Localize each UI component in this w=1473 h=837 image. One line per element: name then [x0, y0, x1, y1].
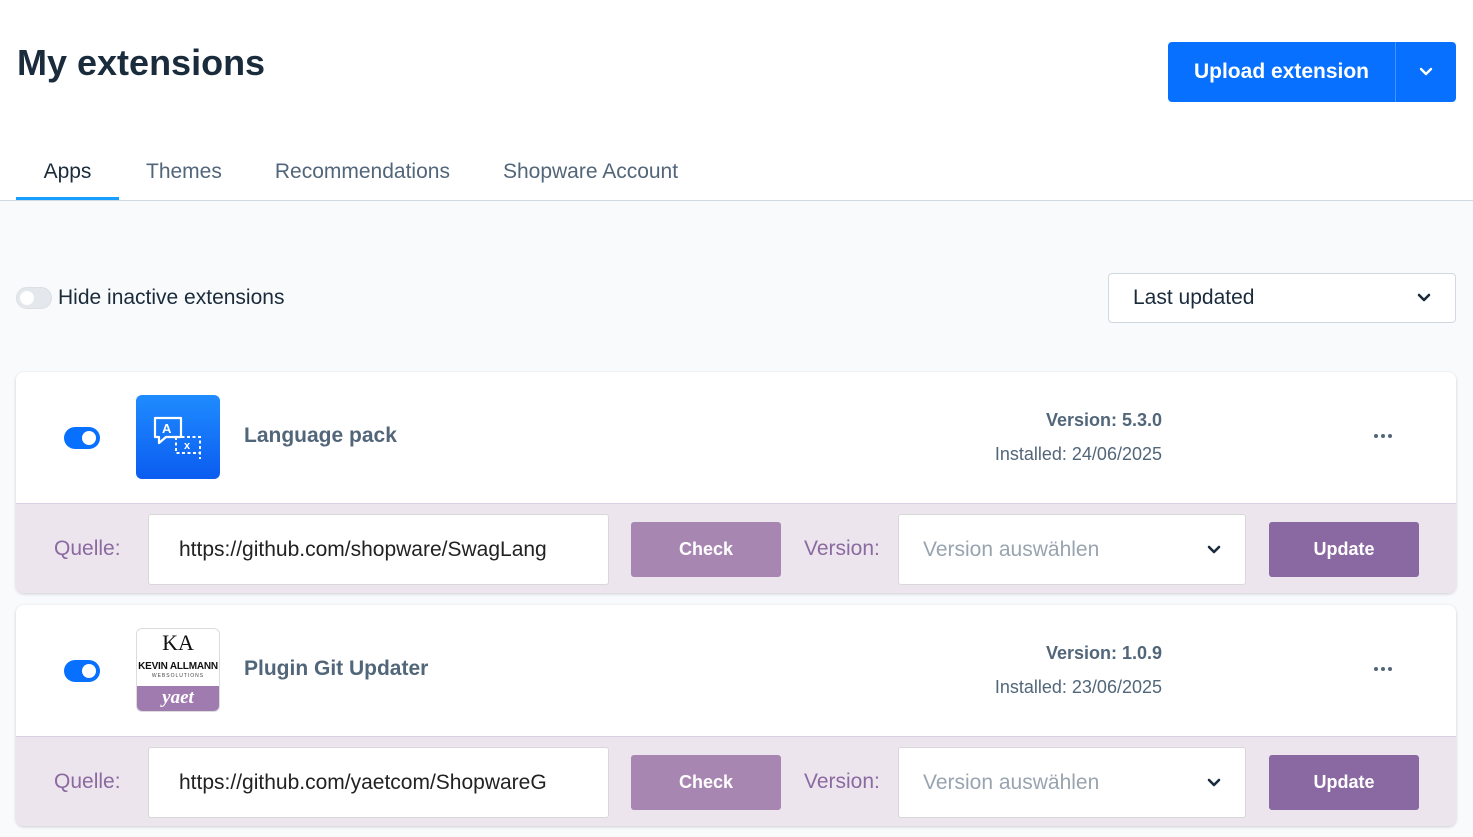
- update-button[interactable]: Update: [1269, 522, 1419, 577]
- chevron-down-icon: [1207, 778, 1221, 786]
- upload-extension-button[interactable]: Upload extension: [1168, 42, 1396, 102]
- tab-themes[interactable]: Themes: [146, 150, 222, 200]
- svg-text:x: x: [184, 440, 191, 452]
- extension-card-header: KA KEVIN ALLMANN WEBSOLUTIONS yaet Plugi…: [16, 605, 1456, 736]
- extension-tabs: Apps Themes Recommendations Shopware Acc…: [16, 150, 678, 201]
- extension-name: Language pack: [244, 424, 397, 447]
- extension-card-header: A x Language pack Version: 5.3.0 Install…: [16, 372, 1456, 503]
- extension-active-toggle[interactable]: [64, 660, 100, 682]
- more-options-button[interactable]: [1371, 657, 1395, 681]
- logo-subtitle: WEBSOLUTIONS: [151, 673, 205, 679]
- toggle-knob: [82, 431, 96, 445]
- logo-monogram: KA: [162, 630, 194, 655]
- hide-inactive-toggle[interactable]: [16, 287, 52, 309]
- extension-installed-date: Installed: 24/06/2025: [994, 444, 1162, 464]
- source-url-input[interactable]: https://github.com/yaetcom/ShopwareG: [148, 747, 609, 818]
- svg-text:A: A: [162, 421, 172, 436]
- kevin-allmann-yaet-logo-icon: KA KEVIN ALLMANN WEBSOLUTIONS yaet: [136, 628, 220, 712]
- sort-select-value: Last updated: [1133, 286, 1255, 309]
- check-button[interactable]: Check: [631, 755, 781, 810]
- page-title: My extensions: [17, 42, 266, 83]
- toggle-knob: [20, 291, 34, 305]
- version-label: Version:: [804, 537, 880, 560]
- translate-icon: A x: [136, 395, 220, 479]
- more-options-button[interactable]: [1371, 424, 1395, 448]
- check-button[interactable]: Check: [631, 522, 781, 577]
- chevron-down-icon: [1417, 293, 1431, 302]
- logo-brand: yaet: [137, 686, 219, 711]
- hide-inactive-label: Hide inactive extensions: [58, 286, 285, 309]
- source-label: Quelle:: [54, 537, 121, 560]
- page-header: My extensions Upload extension Apps Them…: [0, 0, 1473, 201]
- sort-select[interactable]: Last updated: [1108, 273, 1456, 323]
- upload-extension-button-group[interactable]: Upload extension: [1168, 42, 1456, 102]
- tab-recommendations[interactable]: Recommendations: [275, 150, 450, 200]
- ellipsis-icon: [1374, 434, 1392, 438]
- extension-version: Version: 5.3.0: [1045, 410, 1162, 430]
- extension-installed-date: Installed: 23/06/2025: [994, 677, 1162, 697]
- source-label: Quelle:: [54, 770, 121, 793]
- version-select[interactable]: Version auswählen: [898, 747, 1246, 818]
- chevron-down-icon: [1207, 545, 1221, 553]
- tab-apps[interactable]: Apps: [16, 150, 119, 200]
- tab-shopware-account[interactable]: Shopware Account: [503, 150, 678, 200]
- update-button[interactable]: Update: [1269, 755, 1419, 810]
- extension-card-language-pack: A x Language pack Version: 5.3.0 Install…: [16, 372, 1456, 593]
- extension-version-info: Version: 1.0.9 Installed: 23/06/2025: [995, 643, 1162, 698]
- extension-name: Plugin Git Updater: [244, 657, 429, 680]
- extension-active-toggle[interactable]: [64, 427, 100, 449]
- git-update-row: Quelle: https://github.com/shopware/Swag…: [16, 503, 1456, 593]
- toggle-knob: [82, 664, 96, 678]
- version-select-placeholder: Version auswählen: [923, 537, 1100, 561]
- version-select[interactable]: Version auswählen: [898, 514, 1246, 585]
- source-url-input[interactable]: https://github.com/shopware/SwagLang: [148, 514, 609, 585]
- git-update-row: Quelle: https://github.com/yaetcom/Shopw…: [16, 736, 1456, 826]
- extension-version: Version: 1.0.9: [1045, 643, 1162, 663]
- ellipsis-icon: [1374, 667, 1392, 671]
- version-select-placeholder: Version auswählen: [923, 770, 1100, 794]
- version-label: Version:: [804, 770, 880, 793]
- upload-options-toggle[interactable]: [1396, 42, 1456, 102]
- extension-version-info: Version: 5.3.0 Installed: 24/06/2025: [995, 410, 1162, 465]
- logo-top: KA KEVIN ALLMANN WEBSOLUTIONS: [137, 629, 219, 686]
- chevron-down-icon: [1419, 67, 1433, 76]
- logo-name: KEVIN ALLMANN: [138, 661, 218, 672]
- extension-card-plugin-git-updater: KA KEVIN ALLMANN WEBSOLUTIONS yaet Plugi…: [16, 605, 1456, 826]
